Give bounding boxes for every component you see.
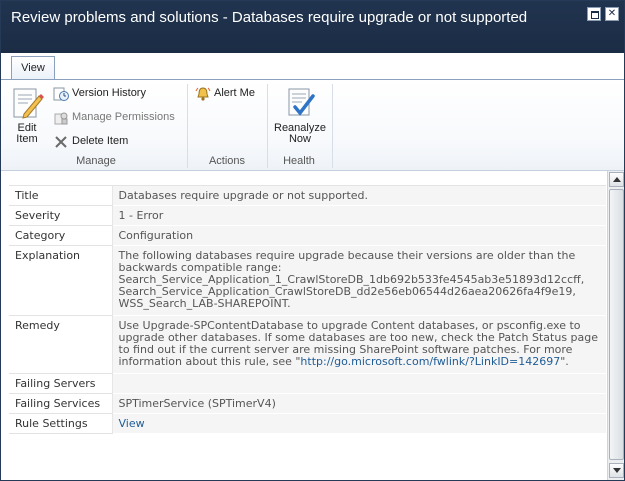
delete-x-icon [55, 136, 67, 148]
group-separator [187, 84, 188, 168]
table-row: Rule Settings View [9, 413, 606, 434]
remedy-suffix: ". [560, 355, 569, 368]
version-history-icon [53, 87, 69, 101]
close-icon[interactable]: ✕ [605, 7, 619, 21]
table-row: Title Databases require upgrade or not s… [9, 185, 606, 206]
vertical-scrollbar[interactable] [607, 171, 624, 480]
field-value: 1 - Error [111, 205, 606, 226]
group-separator [332, 84, 333, 168]
edit-item-button[interactable]: Edit Item [7, 86, 47, 148]
manage-permissions-label: Manage Permissions [72, 111, 175, 123]
maximize-icon[interactable] [587, 7, 601, 21]
field-label: Severity [9, 205, 112, 226]
field-label: Failing Servers [9, 373, 112, 394]
table-row: Explanation The following databases requ… [9, 245, 606, 316]
alert-me-label: Alert Me [214, 87, 255, 99]
field-label: Category [9, 225, 112, 246]
dialog-title: Review problems and solutions - Database… [11, 9, 528, 26]
reanalyze-now-button[interactable]: Reanalyze Now [271, 86, 329, 148]
edit-item-label: Edit Item [16, 122, 38, 145]
table-row: Remedy Use Upgrade-SPContentDatabase to … [9, 315, 606, 374]
table-row: Failing Services SPTimerService (SPTimer… [9, 393, 606, 414]
field-value [111, 373, 606, 394]
properties-panel: Title Databases require upgrade or not s… [1, 171, 624, 480]
table-row: Severity 1 - Error [9, 205, 606, 226]
field-label: Remedy [9, 315, 112, 374]
tab-view[interactable]: View [11, 56, 55, 80]
delete-item-label: Delete Item [72, 135, 129, 147]
field-label: Failing Services [9, 393, 112, 414]
remedy-fwlink[interactable]: http://go.microsoft.com/fwlink/?LinkID=1… [300, 355, 560, 368]
bell-icon [195, 87, 211, 101]
rule-settings-view-link[interactable]: View [119, 417, 145, 430]
table-row: Failing Servers [9, 373, 606, 394]
actions-group-label: Actions [208, 155, 246, 167]
version-history-label: Version History [72, 87, 146, 99]
dialog-window: Review problems and solutions - Database… [0, 0, 625, 481]
reanalyze-icon [288, 88, 315, 116]
field-value: The following databases require upgrade … [111, 245, 606, 316]
field-value: Configuration [111, 225, 606, 246]
field-label: Explanation [9, 245, 112, 316]
manage-group-label: Manage [76, 155, 116, 167]
field-value: SPTimerService (SPTimerV4) [111, 393, 606, 414]
field-value: Use Upgrade-SPContentDatabase to upgrade… [111, 315, 606, 374]
ribbon: Edit Item Version History Manage Permiss… [1, 79, 624, 171]
field-value: View [111, 413, 606, 434]
table-row: Category Configuration [9, 225, 606, 246]
field-label: Title [9, 185, 112, 206]
scroll-down-icon[interactable] [609, 463, 624, 478]
reanalyze-now-label: Reanalyze Now [274, 122, 326, 145]
field-value: Databases require upgrade or not support… [111, 185, 606, 206]
title-bar: Review problems and solutions - Database… [1, 1, 624, 53]
field-label: Rule Settings [9, 413, 112, 434]
properties-table: Title Databases require upgrade or not s… [9, 185, 606, 434]
scroll-up-icon[interactable] [609, 172, 624, 187]
scrollbar-thumb[interactable] [609, 189, 624, 460]
edit-item-icon [13, 88, 44, 119]
manage-permissions-icon [54, 112, 68, 125]
health-group-label: Health [283, 155, 315, 167]
